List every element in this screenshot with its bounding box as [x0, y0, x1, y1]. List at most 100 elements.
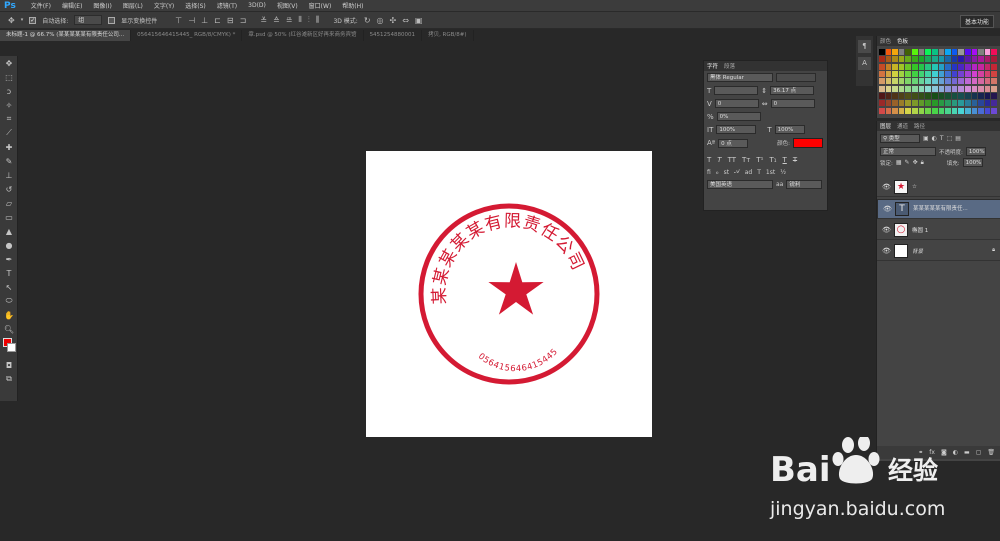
gradient-tool-icon[interactable]: ▭	[0, 210, 18, 224]
lock-all-icon[interactable]: 🔒︎	[921, 159, 924, 167]
swatch[interactable]	[898, 78, 905, 85]
swatch[interactable]	[978, 63, 984, 70]
swatch[interactable]	[918, 85, 925, 92]
swatch[interactable]	[945, 56, 951, 63]
swatch[interactable]	[984, 100, 991, 107]
tab-document-5[interactable]: 拷贝, RGB/8#)	[422, 30, 474, 41]
swatch[interactable]	[879, 78, 885, 85]
swatch[interactable]	[912, 49, 918, 55]
swatch[interactable]	[925, 107, 931, 114]
swatch[interactable]	[892, 92, 898, 99]
layer-filter-dropdown[interactable]: ⚲ 类型	[880, 134, 920, 143]
swatch[interactable]	[898, 56, 905, 63]
swatch[interactable]	[991, 107, 997, 114]
hand-tool-icon[interactable]: ✋	[0, 308, 18, 322]
swatch[interactable]	[958, 56, 964, 63]
menu-file[interactable]: 文件(F)	[31, 1, 51, 10]
swatch[interactable]	[951, 107, 958, 114]
swatch[interactable]	[918, 49, 925, 55]
swatch[interactable]	[879, 63, 885, 70]
menu-window[interactable]: 窗口(W)	[309, 1, 332, 10]
swatch[interactable]	[978, 56, 984, 63]
swatch[interactable]	[945, 92, 951, 99]
menu-image[interactable]: 图像(I)	[93, 1, 111, 10]
horizontal-scale-input[interactable]: 100%	[774, 125, 805, 134]
tsume-input[interactable]: 0%	[716, 112, 761, 121]
distribute-right-icon[interactable]: ⫼	[316, 15, 320, 25]
swatch[interactable]	[938, 78, 945, 85]
document-canvas[interactable]: 某某某某某有限责任公司 056415646415445	[366, 151, 652, 437]
swatch[interactable]	[879, 85, 885, 92]
paragraph-panel-icon[interactable]: ¶	[858, 40, 871, 53]
swatch[interactable]	[945, 107, 951, 114]
swatch[interactable]	[971, 85, 978, 92]
tracking-input[interactable]: 0	[770, 99, 815, 108]
swatch[interactable]	[991, 49, 997, 55]
align-left-icon[interactable]: ⊏	[214, 16, 221, 25]
distribute-left-icon[interactable]: ⫴	[298, 15, 301, 25]
swatch[interactable]	[978, 70, 984, 77]
opentype-1st-icon[interactable]: 1st	[766, 169, 775, 176]
swatch[interactable]	[925, 49, 931, 55]
swatch[interactable]	[938, 56, 945, 63]
menu-select[interactable]: 选择(S)	[185, 1, 206, 10]
swatch[interactable]	[879, 49, 885, 55]
swatch[interactable]	[879, 100, 885, 107]
swatch[interactable]	[931, 70, 938, 77]
swatch[interactable]	[971, 78, 978, 85]
blur-tool-icon[interactable]: ▲	[0, 224, 18, 238]
swatch[interactable]	[984, 85, 991, 92]
swatch[interactable]	[898, 85, 905, 92]
align-vcenter-icon[interactable]: ⊣	[188, 16, 195, 25]
swatch[interactable]	[958, 70, 964, 77]
swatch[interactable]	[971, 107, 978, 114]
swatch[interactable]	[958, 63, 964, 70]
swatch[interactable]	[984, 63, 991, 70]
swatch[interactable]	[925, 56, 931, 63]
menu-type[interactable]: 文字(Y)	[154, 1, 174, 10]
swatch[interactable]	[971, 49, 978, 55]
menu-filter[interactable]: 滤镜(T)	[217, 1, 237, 10]
align-top-icon[interactable]: ⊤	[175, 16, 182, 25]
anti-alias-dropdown[interactable]: 锐利	[786, 180, 823, 189]
swatch[interactable]	[978, 78, 984, 85]
tab-document-1[interactable]: 未标题-1 @ 66.7% (某某某某某有限责任公司...	[0, 30, 132, 41]
swatch[interactable]	[938, 63, 945, 70]
swatch[interactable]	[951, 49, 958, 55]
swatch[interactable]	[905, 70, 912, 77]
swatch[interactable]	[951, 56, 958, 63]
swatch[interactable]	[912, 92, 918, 99]
auto-select-checkbox[interactable]	[29, 16, 37, 24]
swatch[interactable]	[951, 63, 958, 70]
opentype-o-icon[interactable]: ℴ	[716, 169, 719, 176]
layer-text[interactable]: 👁︎ T 某某某某某有限责任...	[877, 199, 1000, 219]
swatch[interactable]	[931, 107, 938, 114]
show-transform-checkbox[interactable]	[108, 16, 116, 24]
3d-slide-icon[interactable]: ⇔	[402, 16, 409, 25]
swatch[interactable]	[931, 63, 938, 70]
swatch[interactable]	[938, 100, 945, 107]
subscript-icon[interactable]: T₁	[769, 156, 776, 164]
swatch[interactable]	[931, 78, 938, 85]
tab-layers[interactable]: 图层	[880, 122, 891, 130]
small-caps-icon[interactable]: Tт	[742, 156, 750, 164]
history-brush-tool-icon[interactable]: ↺	[0, 182, 18, 196]
menu-layer[interactable]: 图层(L)	[123, 1, 143, 10]
swatch[interactable]	[958, 100, 964, 107]
swatch[interactable]	[885, 100, 892, 107]
swatch[interactable]	[964, 85, 971, 92]
swatch[interactable]	[964, 63, 971, 70]
font-size-input[interactable]	[714, 86, 759, 95]
language-dropdown[interactable]: 美国英语	[707, 180, 773, 189]
swatch[interactable]	[978, 85, 984, 92]
swatch[interactable]	[964, 100, 971, 107]
3d-rotate-icon[interactable]: ↻	[364, 16, 371, 25]
swatch[interactable]	[991, 63, 997, 70]
swatch[interactable]	[951, 78, 958, 85]
eye-icon[interactable]: 👁︎	[882, 247, 891, 255]
menu-3d[interactable]: 3D(D)	[248, 2, 266, 9]
stamp-tool-icon[interactable]: ⊥	[0, 168, 18, 182]
swatch[interactable]	[918, 107, 925, 114]
swatch[interactable]	[918, 70, 925, 77]
font-family-dropdown[interactable]: 黑体 Regular	[707, 73, 773, 82]
